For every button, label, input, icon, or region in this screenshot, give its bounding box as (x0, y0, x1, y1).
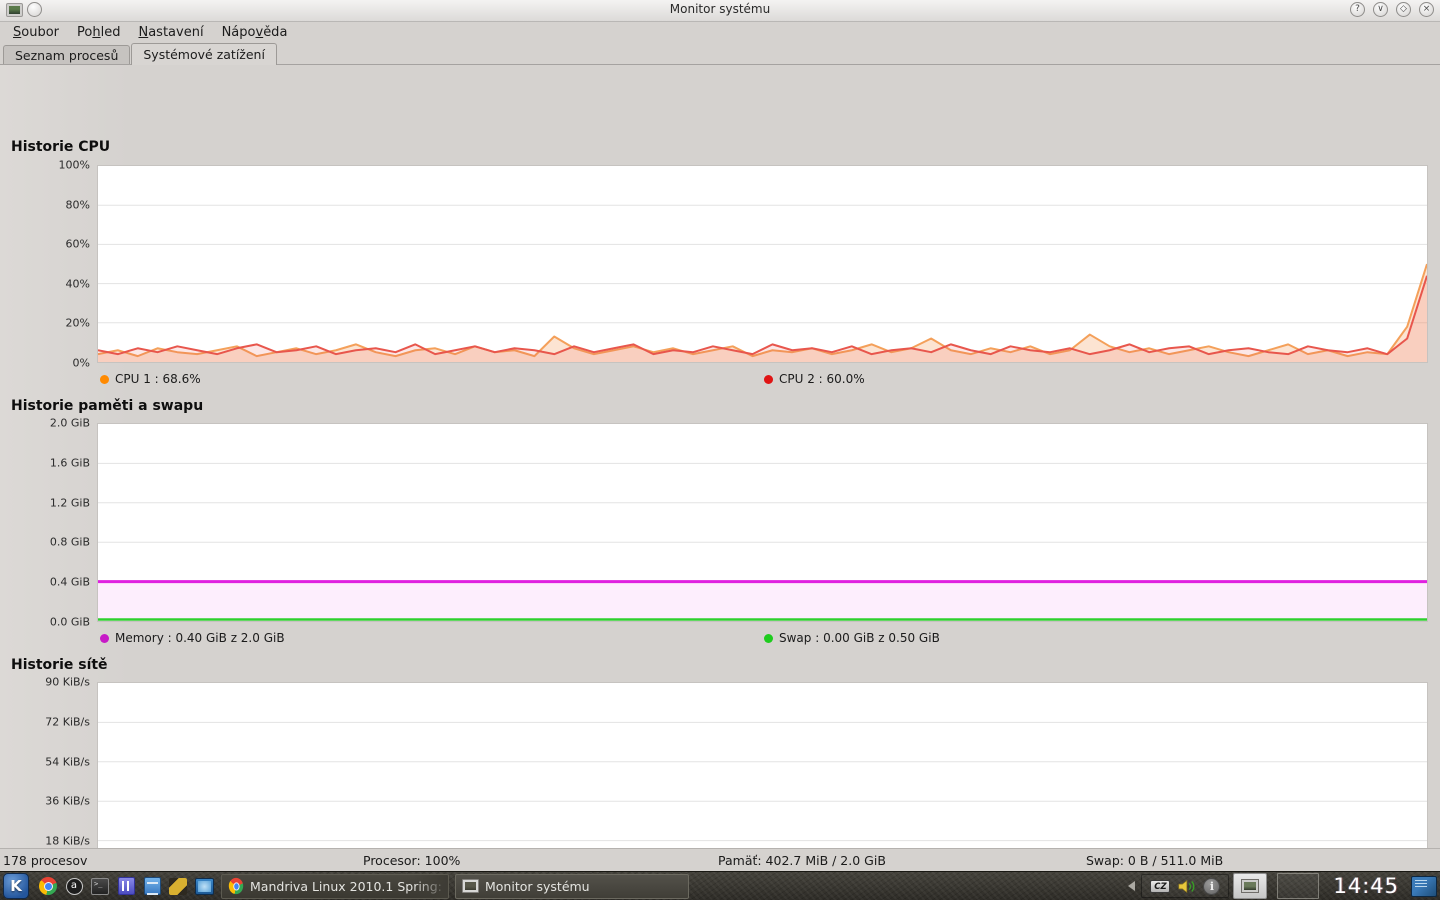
remote-desktop-icon (194, 877, 214, 895)
legend-cpu2: CPU 2 : 60.0% (764, 371, 865, 387)
taskbar-item-system-monitor[interactable]: Monitor systému (455, 873, 689, 899)
label-fade (414, 874, 448, 898)
tray-collapse-arrow[interactable] (1128, 881, 1136, 891)
y-tick: 60% (65, 237, 90, 251)
y-tick: 80% (65, 198, 90, 212)
y-tick: 90 KiB/s (45, 675, 90, 689)
cpu1-color-dot (100, 374, 109, 384)
y-tick: 20% (65, 316, 90, 330)
cpu-legend: CPU 1 : 68.6% CPU 2 : 60.0% (0, 371, 1440, 387)
y-tick: 2.0 GiB (49, 416, 90, 430)
cpu-y-axis: 100% 80% 60% 40% 20% 0% (0, 159, 90, 370)
resources-page: Historie CPU 100% 80% 60% 40% 20% 0% CPU… (0, 65, 1440, 871)
chrome-icon (228, 877, 244, 895)
memory-history-chart (97, 423, 1428, 622)
maximize-button[interactable]: ◇ (1396, 2, 1411, 17)
quick-launch-area: a (37, 875, 215, 897)
amarok-launcher[interactable]: a (63, 875, 85, 897)
terminal-launcher[interactable] (89, 875, 111, 897)
video-icon (169, 877, 187, 895)
swap-color-dot (764, 633, 773, 643)
memory-status: Pamäť: 402.7 MiB / 2.0 GiB (718, 853, 886, 868)
screenshot-icon (1241, 879, 1260, 893)
y-tick: 40% (65, 277, 90, 291)
swap-status: Swap: 0 B / 511.0 MiB (1086, 853, 1224, 868)
file-manager-launcher[interactable] (141, 875, 163, 897)
legend-cpu1: CPU 1 : 68.6% (100, 371, 201, 387)
y-tick: 0.8 GiB (49, 535, 90, 549)
remote-desktop-launcher[interactable] (193, 875, 215, 897)
memory-legend: Memory : 0.40 GiB z 2.0 GiB Swap : 0.00 … (0, 630, 1440, 646)
menu-nastaveni[interactable]: Nastavení (129, 23, 212, 42)
screenshot-tray-icon[interactable] (1233, 873, 1268, 899)
cpu-history-chart (97, 165, 1428, 363)
tab-system-load[interactable]: Systémové zatížení (131, 43, 277, 65)
y-tick: 1.2 GiB (49, 496, 90, 510)
network-section-title: Historie sítě (11, 657, 108, 673)
empty-tray-slot (1277, 873, 1320, 899)
close-button[interactable]: × (1419, 2, 1434, 17)
y-tick: 1.6 GiB (49, 456, 90, 470)
window-title: Monitor systému (669, 2, 771, 16)
network-history-chart (97, 682, 1428, 871)
y-tick: 0.4 GiB (49, 575, 90, 589)
menubar: Soubor Pohled Nastavení Nápověda (0, 22, 1440, 43)
y-tick: 0% (72, 356, 90, 370)
taskbar: K a Mandriva Linux 2010.1 Spring: Scr Mo… (0, 871, 1440, 900)
y-tick: 36 KiB/s (45, 794, 90, 808)
info-tray-icon[interactable]: i (1203, 877, 1221, 895)
y-tick: 0.0 GiB (49, 615, 90, 629)
cpu-section-title: Historie CPU (11, 139, 111, 155)
video-launcher[interactable] (167, 875, 189, 897)
help-button[interactable]: ? (1350, 2, 1365, 17)
system-monitor-window: Monitor systému ? ∨ ◇ × Soubor Pohled Na… (0, 0, 1440, 871)
process-count: 178 procesov (3, 853, 88, 868)
show-desktop-icon[interactable] (1411, 875, 1437, 897)
tab-process-list[interactable]: Seznam procesů (3, 45, 131, 64)
y-tick: 100% (58, 158, 90, 172)
volume-icon[interactable] (1177, 878, 1196, 895)
statusbar: 178 procesov Procesor: 100% Pamäť: 402.7… (0, 848, 1440, 871)
network-y-axis: 90 KiB/s 72 KiB/s 54 KiB/s 36 KiB/s 18 K… (0, 676, 90, 871)
cpu2-color-dot (764, 374, 773, 384)
chrome-launcher[interactable] (37, 875, 59, 897)
legend-memory: Memory : 0.40 GiB z 2.0 GiB (100, 630, 285, 646)
system-tray: CZ i (1141, 874, 1230, 898)
titlebar[interactable]: Monitor systému ? ∨ ◇ × (0, 0, 1440, 22)
tabbar: Seznam procesů Systémové zatížení (0, 43, 1440, 65)
menu-pohled[interactable]: Pohled (68, 23, 129, 42)
cpu-status: Procesor: 100% (363, 853, 461, 868)
legend-swap: Swap : 0.00 GiB z 0.50 GiB (764, 630, 940, 646)
clock[interactable]: 14:45 (1333, 874, 1399, 898)
memory-color-dot (100, 633, 109, 643)
minimize-button[interactable]: ∨ (1373, 2, 1388, 17)
chrome-icon (39, 877, 57, 895)
office-icon (117, 877, 135, 895)
memory-y-axis: 2.0 GiB 1.6 GiB 1.2 GiB 0.8 GiB 0.4 GiB … (0, 417, 90, 629)
file-manager-icon (143, 877, 161, 895)
office-launcher[interactable] (115, 875, 137, 897)
y-tick: 18 KiB/s (45, 834, 90, 848)
memory-section-title: Historie paměti a swapu (11, 398, 204, 414)
menu-soubor[interactable]: Soubor (4, 23, 68, 42)
y-tick: 72 KiB/s (45, 715, 90, 729)
y-tick: 54 KiB/s (45, 755, 90, 769)
terminal-icon (91, 877, 109, 895)
kde-menu-button[interactable]: K (3, 873, 29, 899)
amarok-icon: a (65, 877, 83, 895)
menu-napoveda[interactable]: Nápověda (213, 23, 297, 42)
system-monitor-icon (462, 879, 479, 893)
keyboard-layout-indicator[interactable]: CZ (1150, 879, 1171, 893)
taskbar-item-chrome[interactable]: Mandriva Linux 2010.1 Spring: Scr (221, 873, 449, 899)
